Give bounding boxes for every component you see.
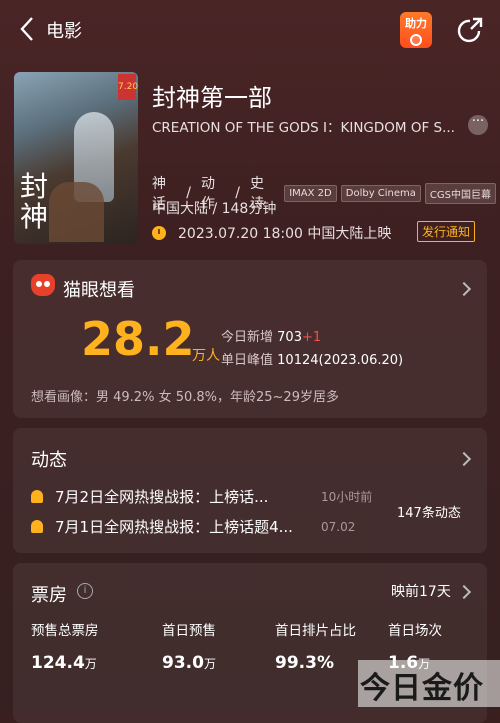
format-tag: IMAX 2D <box>284 184 337 202</box>
audience-portrait: 想看画像：男 49.2% 女 50.8%，年龄25~29岁居多 <box>31 390 339 405</box>
movie-english-title: CREATION OF THE GODS I：KINGDOM OF S... <box>152 120 455 136</box>
bell-icon <box>31 520 43 533</box>
peak-value: 10124 <box>277 353 319 368</box>
today-value: 703 <box>277 330 302 345</box>
stat-label: 首日预售 <box>162 623 216 639</box>
release-text: 2023.07.20 18:00 中国大陆上映 <box>178 226 392 242</box>
daily-peak: 单日峰值 10124(2023.06.20) <box>221 349 403 368</box>
pre-release-days: 映前17天 <box>391 584 451 600</box>
back-label[interactable]: 电影 <box>46 17 82 43</box>
movie-poster[interactable]: 7.20 封神 <box>14 72 138 244</box>
today-label: 今日新增 <box>221 330 274 345</box>
news-text: 7月1日全网热搜战报：上榜话题4... <box>55 518 293 536</box>
boost-label: 助力 <box>405 17 427 30</box>
stat-number: 124.4 <box>31 653 85 673</box>
maoyan-cat-icon <box>31 274 55 296</box>
release-notify-button[interactable]: 发行通知 <box>417 221 476 242</box>
format-tag: Dolby Cinema <box>340 184 421 202</box>
box-office-stat: 预售总票房 124.4万 <box>31 619 99 673</box>
chevron-right-icon[interactable] <box>456 281 472 297</box>
stat-unit: 万 <box>84 657 97 671</box>
release-info: 2023.07.20 18:00 中国大陆上映 <box>152 223 391 243</box>
movie-title: 封神第一部 <box>152 84 272 112</box>
info-icon[interactable]: i <box>77 583 93 599</box>
stat-label: 首日场次 <box>388 623 442 639</box>
want-unit: 万人 <box>192 348 220 364</box>
stat-label: 预售总票房 <box>31 623 99 639</box>
region-runtime: 中国大陆 / 148分钟 <box>152 201 277 217</box>
format-tag: CGS中国巨幕 <box>424 182 497 204</box>
bell-icon <box>31 490 43 503</box>
poster-figure <box>49 182 104 242</box>
stat-label: 首日排片占比 <box>275 623 356 639</box>
share-icon[interactable] <box>455 16 485 46</box>
news-count[interactable]: 147条动态 <box>397 502 461 521</box>
want-card-title: 猫眼想看 <box>63 280 135 301</box>
top-bar: 电影 助力 <box>0 0 500 62</box>
news-card[interactable]: 动态 7月2日全网热搜战报：上榜话... 10小时前 7月1日全网热搜战报：上榜… <box>13 428 487 553</box>
stat-number: 99.3% <box>275 653 334 673</box>
chevron-right-icon[interactable] <box>456 584 472 600</box>
news-item[interactable]: 7月1日全网热搜战报：上榜话题4... 07.02 <box>31 516 355 537</box>
news-card-title: 动态 <box>31 450 67 471</box>
want-count: 28.2 <box>81 312 195 366</box>
stat-number: 93.0 <box>162 653 204 673</box>
box-office-stat: 首日排片占比 99.3% <box>275 619 356 673</box>
peak-date: (2023.06.20) <box>318 353 404 368</box>
stat-value: 93.0万 <box>162 653 216 673</box>
today-new: 今日新增 703+1 <box>221 326 321 345</box>
watermark: 今日金价 <box>360 671 484 706</box>
boost-icon <box>410 34 422 46</box>
clock-icon <box>152 226 166 240</box>
box-office-title: 票房 <box>31 585 67 606</box>
more-icon[interactable]: ··· <box>468 115 488 135</box>
today-delta: +1 <box>301 330 322 345</box>
chevron-right-icon[interactable] <box>456 451 472 467</box>
news-time: 07.02 <box>321 519 356 534</box>
news-item[interactable]: 7月2日全网热搜战报：上榜话... 10小时前 <box>31 486 372 507</box>
poster-title-glyph: 封神 <box>20 170 49 233</box>
want-to-see-card[interactable]: 猫眼想看 28.2 万人 今日新增 703+1 单日峰值 10124(2023.… <box>13 260 487 418</box>
back-arrow-icon[interactable] <box>14 14 44 44</box>
news-text: 7月2日全网热搜战报：上榜话... <box>55 488 269 506</box>
news-time: 10小时前 <box>321 490 373 504</box>
stat-value: 99.3% <box>275 653 356 673</box>
stat-value: 124.4万 <box>31 653 99 673</box>
box-office-stat: 首日预售 93.0万 <box>162 619 216 673</box>
peak-label: 单日峰值 <box>221 353 274 368</box>
poster-date-badge: 7.20 <box>118 74 138 100</box>
boost-button[interactable]: 助力 <box>400 12 432 48</box>
stat-unit: 万 <box>203 657 216 671</box>
